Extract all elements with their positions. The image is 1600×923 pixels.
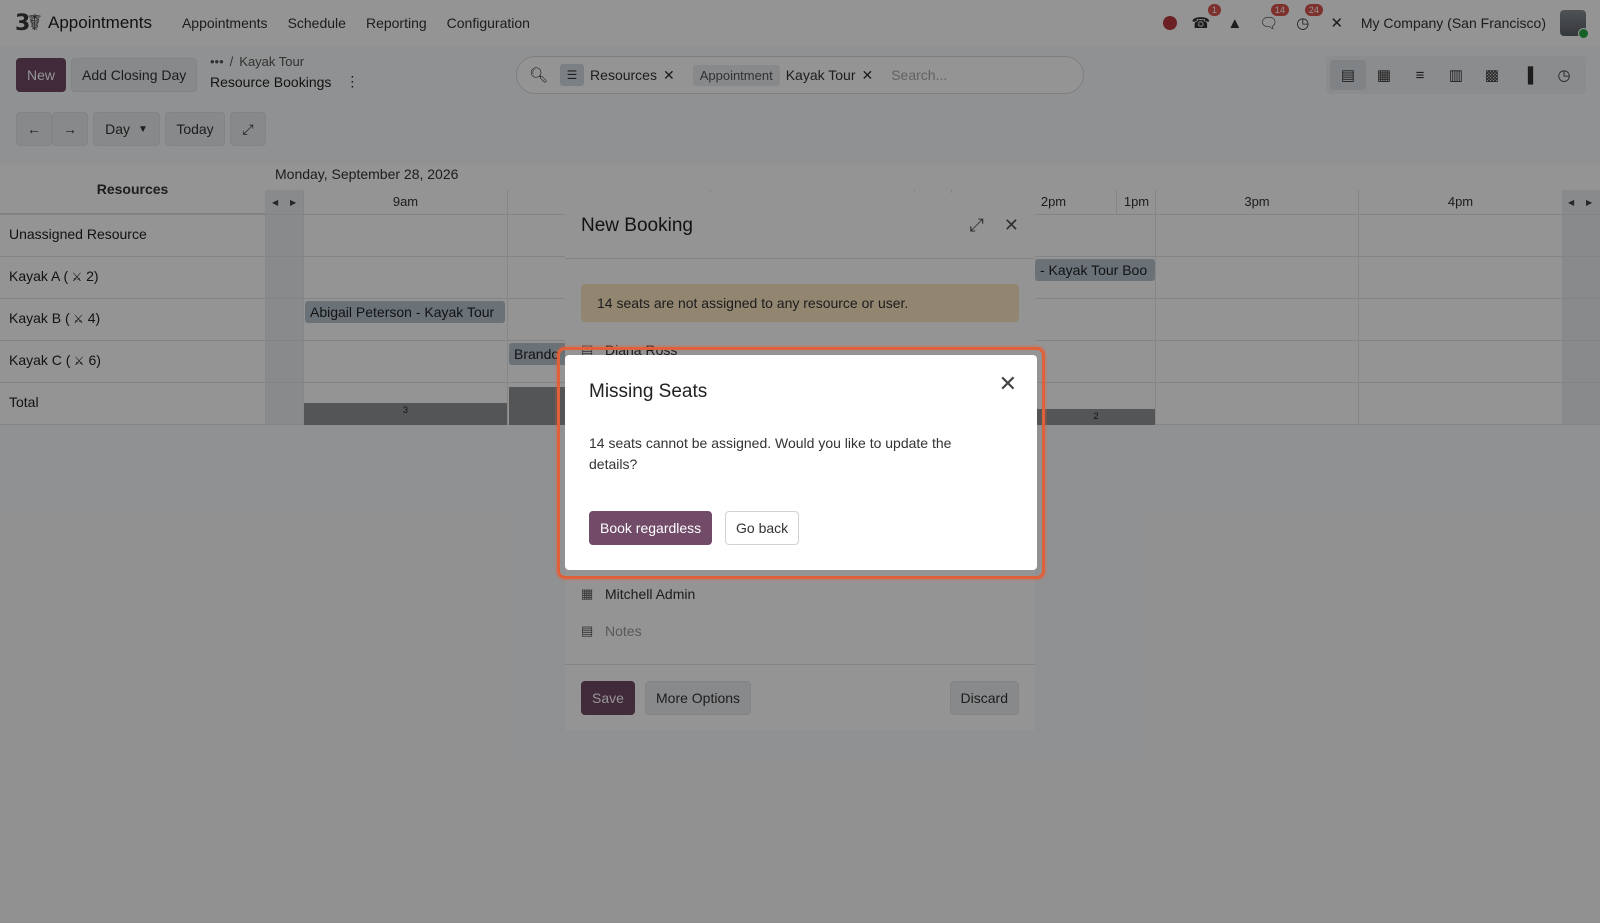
dialog-title: Missing Seats <box>589 381 708 402</box>
book-regardless-button[interactable]: Book regardless <box>589 511 713 545</box>
go-back-button[interactable]: Go back <box>725 511 800 545</box>
missing-seats-dialog: Missing Seats ✕ 14 seats cannot be assig… <box>565 355 1037 570</box>
close-icon[interactable]: ✕ <box>999 371 1017 397</box>
dialog-message: 14 seats cannot be assigned. Would you l… <box>589 435 952 472</box>
